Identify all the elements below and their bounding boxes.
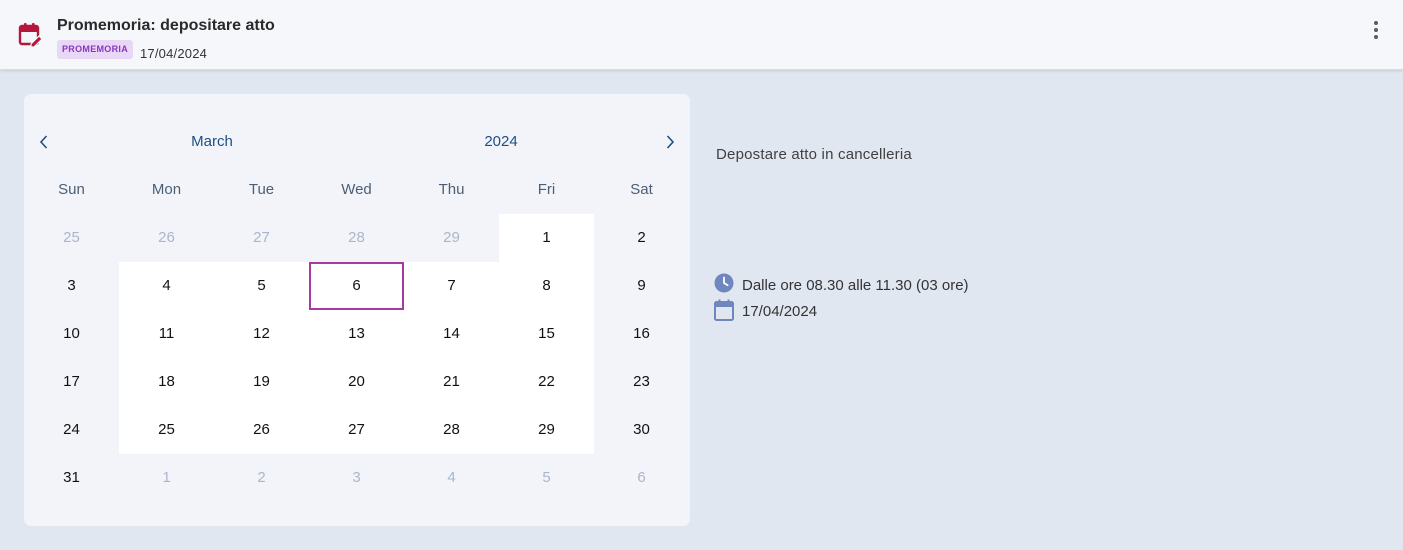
calendar-edit-icon (18, 23, 42, 48)
clock-icon (714, 273, 734, 293)
calendar-day[interactable]: 28 (404, 406, 499, 454)
calendar-day[interactable]: 6 (309, 262, 404, 310)
calendar-day[interactable]: 25 (24, 214, 119, 262)
calendar-day[interactable]: 29 (499, 406, 594, 454)
calendar-day[interactable]: 22 (499, 358, 594, 406)
calendar-day[interactable]: 2 (594, 214, 689, 262)
calendar-day[interactable]: 10 (24, 310, 119, 358)
weekday-label: Wed (341, 181, 372, 198)
calendar-day[interactable]: 14 (404, 310, 499, 358)
page-title: Promemoria: depositare atto (57, 17, 275, 34)
more-vert-icon (1374, 21, 1378, 25)
calendar-day[interactable]: 28 (309, 214, 404, 262)
calendar-day[interactable]: 1 (119, 454, 214, 502)
calendar-day[interactable]: 3 (24, 262, 119, 310)
calendar-day[interactable]: 11 (119, 310, 214, 358)
calendar-week-row: 24 25 26 27 28 29 30 (24, 406, 690, 454)
calendar-day[interactable]: 12 (214, 310, 309, 358)
calendar-day[interactable]: 31 (24, 454, 119, 502)
calendar-day[interactable]: 6 (594, 454, 689, 502)
calendar-day[interactable]: 13 (309, 310, 404, 358)
calendar-day[interactable]: 30 (594, 406, 689, 454)
calendar-day[interactable]: 1 (499, 214, 594, 262)
calendar-day[interactable]: 8 (499, 262, 594, 310)
calendar-week-row: 17 18 19 20 21 22 23 (24, 358, 690, 406)
calendar-day[interactable]: 27 (309, 406, 404, 454)
calendar-icon (714, 299, 734, 321)
calendar-day[interactable]: 16 (594, 310, 689, 358)
calendar-day[interactable]: 26 (214, 406, 309, 454)
weekday-header-row: Sun Mon Tue Wed Thu Fri Sat (24, 166, 690, 214)
category-badge: PROMEMORIA (57, 40, 133, 59)
calendar-week-row: 31 1 2 3 4 5 6 (24, 454, 690, 502)
event-description: Depostare atto in cancelleria (716, 146, 912, 163)
calendar-day[interactable]: 4 (119, 262, 214, 310)
event-time: Dalle ore 08.30 alle 11.30 (03 ore) (742, 277, 969, 294)
more-options-button[interactable] (1366, 18, 1386, 42)
calendar-day[interactable]: 3 (309, 454, 404, 502)
chevron-right-icon[interactable] (660, 132, 680, 152)
month-selector[interactable]: March (172, 133, 252, 150)
calendar-day[interactable]: 20 (309, 358, 404, 406)
calendar-day[interactable]: 5 (214, 262, 309, 310)
calendar-day[interactable]: 15 (499, 310, 594, 358)
chevron-left-icon[interactable] (34, 132, 54, 152)
calendar-week-row: 25 26 27 28 29 1 2 (24, 214, 690, 262)
weekday-label: Fri (537, 181, 556, 198)
calendar-day[interactable]: 24 (24, 406, 119, 454)
calendar-day[interactable]: 21 (404, 358, 499, 406)
weekday-label: Mon (151, 181, 182, 198)
header-date: 17/04/2024 (140, 46, 208, 61)
calendar-day[interactable]: 17 (24, 358, 119, 406)
calendar-day[interactable]: 27 (214, 214, 309, 262)
calendar-day[interactable]: 18 (119, 358, 214, 406)
calendar-week-row: 3456789 (24, 262, 690, 310)
calendar-day[interactable]: 7 (404, 262, 499, 310)
weekday-label: Tue (248, 181, 275, 198)
year-selector[interactable]: 2024 (461, 133, 541, 150)
calendar-day[interactable]: 9 (594, 262, 689, 310)
calendar-day[interactable]: 25 (119, 406, 214, 454)
calendar-day[interactable]: 5 (499, 454, 594, 502)
date-picker-calendar: March 2024 Sun Mon Tue Wed Thu Fri Sat 2… (24, 94, 690, 526)
calendar-day[interactable]: 19 (214, 358, 309, 406)
page-header: Promemoria: depositare atto PROMEMORIA 1… (0, 0, 1403, 70)
weekday-label: Sun (58, 181, 85, 198)
calendar-week-row: 10 11 12 13 14 15 16 (24, 310, 690, 358)
weekday-label: Sat (630, 181, 653, 198)
calendar-day[interactable]: 29 (404, 214, 499, 262)
calendar-day[interactable]: 23 (594, 358, 689, 406)
event-date: 17/04/2024 (742, 303, 818, 320)
calendar-day-grid: 25 26 27 28 29 1 2 3 4 5 6 7 8 9 10 11 12 13 14 15 16 17 18 19 2… (24, 214, 690, 502)
weekday-label: Thu (438, 181, 465, 198)
calendar-day[interactable]: 4 (404, 454, 499, 502)
calendar-day[interactable]: 26 (119, 214, 214, 262)
calendar-day[interactable]: 2 (214, 454, 309, 502)
